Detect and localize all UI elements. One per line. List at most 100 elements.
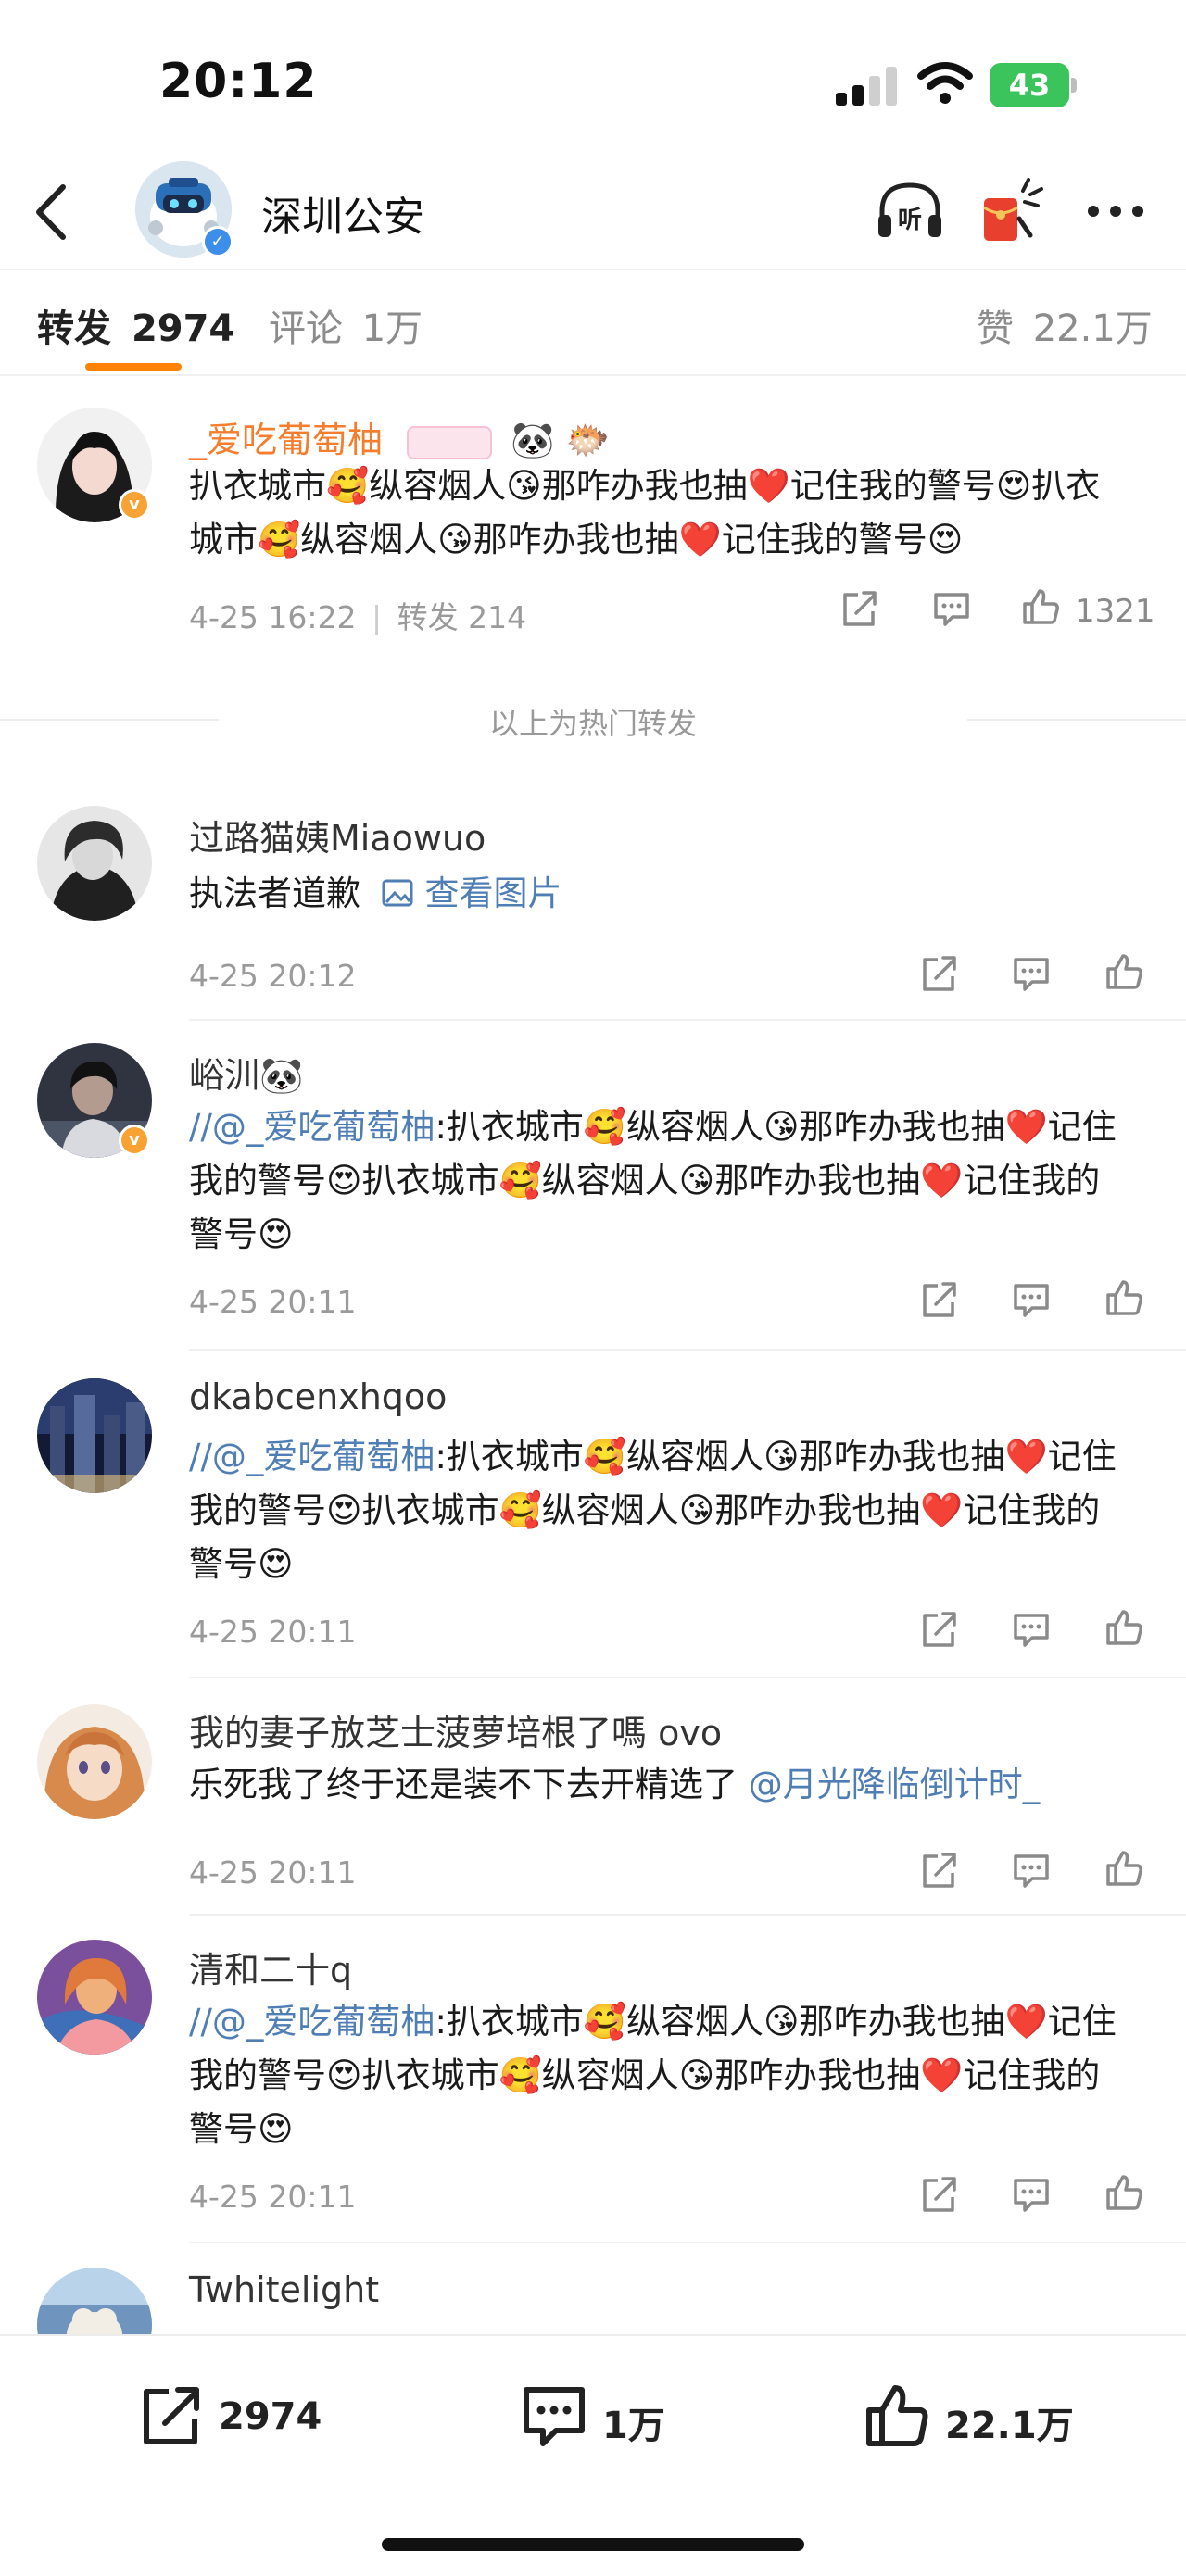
comment-button[interactable]: 1万 xyxy=(519,2381,704,2455)
repost-text: 执法者道歉 查看图片 xyxy=(189,867,1134,921)
like-button-count: 22.1万 xyxy=(945,2405,1074,2447)
list-item[interactable]: 我的妻子放芝士菠萝培根了嗎 ovo 乐死我了终于还是装不下去开精选了 @月光降临… xyxy=(0,1699,1186,1908)
like-icon[interactable] xyxy=(1103,1847,1145,1890)
mention-link[interactable]: //@_爱吃葡萄柚 xyxy=(189,1107,435,1147)
status-time: 20:12 xyxy=(159,54,318,109)
view-image-link[interactable]: 查看图片 xyxy=(381,873,562,913)
mention-link[interactable]: @月光降临倒计时_ xyxy=(749,1765,1041,1804)
like-button[interactable]: 22.1万 xyxy=(862,2381,1103,2455)
user-name[interactable]: _爱吃葡萄柚 🐼 🐡 xyxy=(189,411,610,462)
chevron-left-icon[interactable] xyxy=(28,180,74,245)
comment-icon[interactable] xyxy=(1010,1278,1053,1321)
home-indicator[interactable] xyxy=(382,2538,804,2551)
share-icon[interactable] xyxy=(917,1608,960,1651)
repost-text: 扒衣城市🥰纵容烟人😘那咋办我也抽❤️记住我的警号😍扒衣城市🥰纵容烟人😘那咋办我也… xyxy=(189,466,1101,559)
comment-button-count: 1万 xyxy=(602,2405,665,2447)
like-icon[interactable] xyxy=(1103,2171,1145,2214)
comment-icon[interactable] xyxy=(1010,1849,1053,1891)
repost-count: 转发 214 xyxy=(397,599,527,635)
like-icon[interactable] xyxy=(1103,1606,1145,1649)
repost-time: 4-25 20:12 xyxy=(189,958,357,994)
user-name[interactable]: dkabcenxhqoo xyxy=(189,1376,447,1417)
comment-icon[interactable] xyxy=(930,587,973,630)
account-title[interactable]: 深圳公安 xyxy=(261,183,424,243)
share-icon[interactable] xyxy=(917,952,960,995)
repost-button[interactable]: 2974 xyxy=(135,2381,358,2455)
comment-icon[interactable] xyxy=(1010,952,1053,995)
user-name[interactable]: 峪汌🐼 xyxy=(189,1047,303,1098)
repost-time: 4-25 20:11 xyxy=(189,1854,357,1891)
tab-repost-count: 2974 xyxy=(131,308,235,350)
comment-icon[interactable] xyxy=(1010,1608,1053,1651)
repost-meta: 4-25 16:22 | 转发 214 xyxy=(189,593,526,637)
bottom-action-bar: 2974 1万 22.1万 xyxy=(0,2334,1186,2576)
user-name-text: _爱吃葡萄柚 xyxy=(189,420,384,460)
user-name[interactable]: 清和二十q xyxy=(189,1941,352,1992)
row-divider xyxy=(189,1349,1186,1351)
repost-text: 乐死我了终于还是装不下去开精选了 @月光降临倒计时_ xyxy=(189,1758,1134,1812)
listen-label: 听 xyxy=(898,207,922,234)
user-name[interactable]: 过路猫姨Miaowuo xyxy=(189,810,486,861)
meta-separator: | xyxy=(372,599,383,635)
top-nav: ✓ 深圳公安 听 xyxy=(0,156,1186,267)
fan-badge-icon xyxy=(407,425,493,459)
tab-repost-label: 转发 xyxy=(37,308,111,350)
tab-like[interactable]: 赞 22.1万 xyxy=(977,298,1153,352)
headphones-listen-icon[interactable]: 听 xyxy=(875,176,945,246)
share-icon[interactable] xyxy=(917,1849,960,1891)
repost-time: 4-25 20:11 xyxy=(189,2179,357,2215)
comment-icon[interactable] xyxy=(1010,2173,1053,2216)
tab-comment-label: 评论 xyxy=(269,308,343,350)
verified-badge-icon: ✓ xyxy=(202,226,233,258)
user-name[interactable]: Twhitelight xyxy=(189,2269,379,2310)
repost-text: //@_爱吃葡萄柚:扒衣城市🥰纵容烟人😘那咋办我也抽❤️记住我的警号😍扒衣城市🥰… xyxy=(189,1100,1134,1262)
wifi-icon xyxy=(917,62,973,104)
verified-badge-icon: v xyxy=(119,1125,150,1156)
row-divider xyxy=(189,1019,1186,1021)
row-divider xyxy=(189,2242,1186,2243)
tab-bar: 转发 2974 评论 1万 赞 22.1万 xyxy=(0,270,1186,372)
mention-link[interactable]: //@_爱吃葡萄柚 xyxy=(189,1437,435,1476)
repost-text-body: 执法者道歉 xyxy=(189,873,360,913)
list-item[interactable]: 过路猫姨Miaowuo 执法者道歉 查看图片 4-25 20:12 xyxy=(0,806,1186,1015)
share-icon[interactable] xyxy=(838,587,880,630)
avatar[interactable] xyxy=(37,1940,152,2055)
hot-reposts-divider: 以上为热门转发 xyxy=(488,706,697,741)
avatar[interactable] xyxy=(37,1378,152,1493)
list-item[interactable]: Twhitelight xyxy=(0,2264,1186,2334)
avatar[interactable] xyxy=(37,1704,152,1819)
battery-icon: 43 xyxy=(990,63,1077,107)
share-icon xyxy=(144,2387,199,2444)
like-icon[interactable] xyxy=(1103,950,1145,993)
status-bar: 20:12 43 xyxy=(0,0,1186,148)
repost-button-count: 2974 xyxy=(219,2395,322,2438)
like-icon[interactable] xyxy=(1019,585,1062,628)
red-packet-icon[interactable] xyxy=(977,176,1047,246)
tab-comment[interactable]: 评论 1万 xyxy=(269,298,423,352)
tab-comment-count: 1万 xyxy=(361,308,423,350)
row-divider xyxy=(189,1914,1186,1916)
share-icon[interactable] xyxy=(917,2173,960,2216)
mention-link[interactable]: //@_爱吃葡萄柚 xyxy=(189,2002,435,2042)
repost-time: 4-25 20:11 xyxy=(189,1614,357,1650)
panda-icon: 🐼 xyxy=(511,420,555,460)
repost-time: 4-25 16:22 xyxy=(189,599,357,635)
hot-repost-item[interactable]: v _爱吃葡萄柚 🐼 🐡 扒衣城市🥰纵容烟人😘那咋办我也抽❤️记住我的警号😍扒衣… xyxy=(0,402,1186,661)
view-image-label: 查看图片 xyxy=(424,873,562,913)
tab-repost[interactable]: 转发 2974 xyxy=(37,298,234,352)
avatar[interactable] xyxy=(37,806,152,921)
list-item[interactable]: dkabcenxhqoo //@_爱吃葡萄柚:扒衣城市🥰纵容烟人😘那咋办我也抽❤… xyxy=(0,1371,1186,1677)
active-tab-indicator xyxy=(85,363,182,371)
share-icon[interactable] xyxy=(917,1278,960,1321)
like-icon[interactable] xyxy=(1103,1276,1145,1319)
list-item[interactable]: 清和二十q //@_爱吃葡萄柚:扒衣城市🥰纵容烟人😘那咋办我也抽❤️记住我的警号… xyxy=(0,1936,1186,2242)
more-dots-icon[interactable] xyxy=(1080,176,1151,246)
image-icon xyxy=(382,879,413,907)
list-item[interactable]: v 峪汌🐼 //@_爱吃葡萄柚:扒衣城市🥰纵容烟人😘那咋办我也抽❤️记住我的警号… xyxy=(0,1041,1186,1347)
user-name[interactable]: 我的妻子放芝士菠萝培根了嗎 ovo xyxy=(189,1704,722,1755)
repost-text-body: 乐死我了终于还是装不下去开精选了 xyxy=(189,1765,749,1804)
tab-like-count: 22.1万 xyxy=(1032,308,1153,350)
fish-icon: 🐡 xyxy=(565,420,610,460)
avatar[interactable] xyxy=(37,2268,152,2334)
like-icon xyxy=(866,2385,928,2446)
